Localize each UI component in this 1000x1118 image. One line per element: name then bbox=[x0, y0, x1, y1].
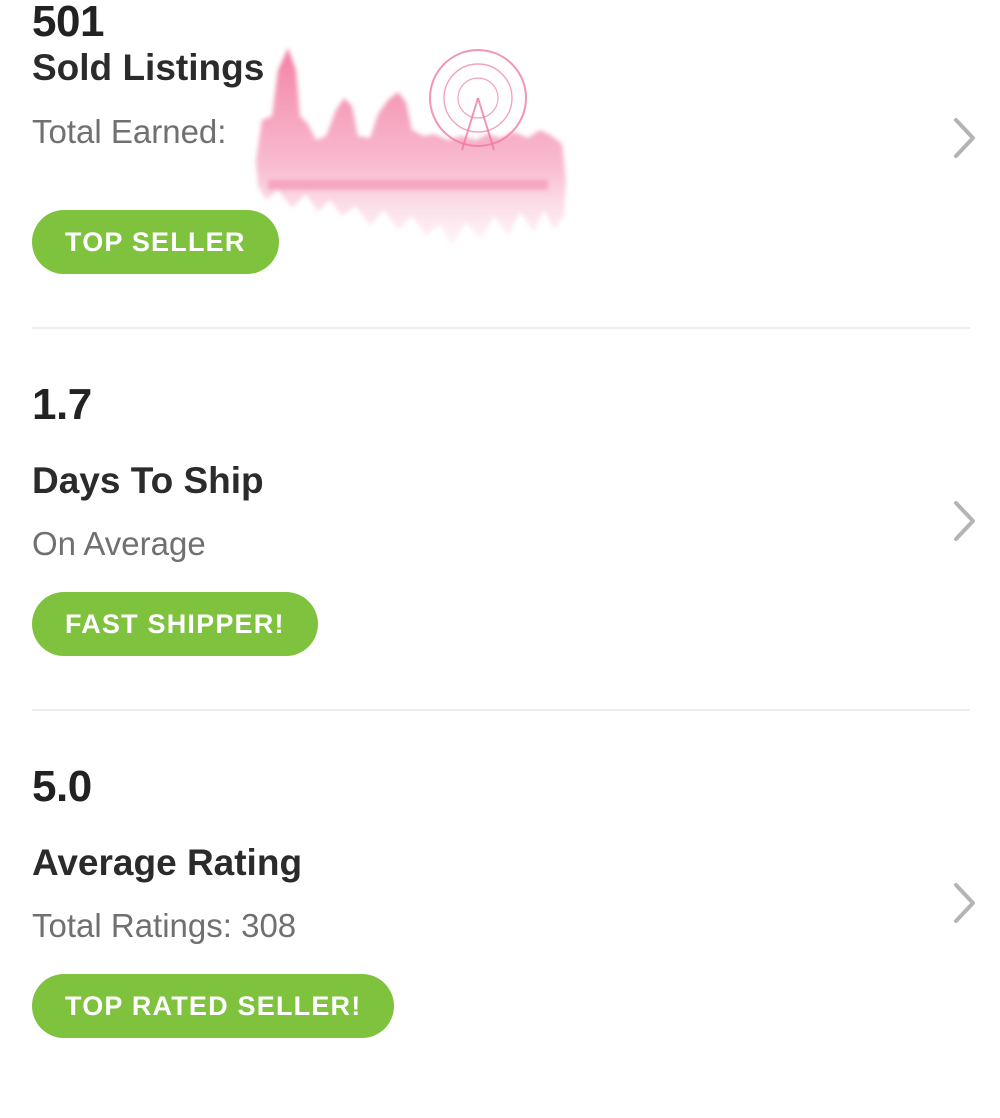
fast-shipper-badge: FAST SHIPPER! bbox=[32, 592, 318, 656]
average-rating-section[interactable]: 5.0 Average Rating Total Ratings: 308 TO… bbox=[0, 735, 1000, 1118]
days-to-ship-section[interactable]: 1.7 Days To Ship On Average FAST SHIPPER… bbox=[0, 353, 1000, 736]
average-rating-value: 5.0 bbox=[32, 762, 92, 811]
section-divider bbox=[32, 709, 970, 711]
chevron-right-icon[interactable] bbox=[944, 879, 984, 927]
average-rating-title: Average Rating bbox=[32, 842, 303, 883]
chevron-right-icon[interactable] bbox=[944, 114, 984, 162]
sold-listings-value: 501 bbox=[32, 0, 104, 46]
days-to-ship-title: Days To Ship bbox=[32, 460, 264, 501]
total-earned-label: Total Earned: bbox=[32, 113, 227, 150]
top-rated-seller-badge: TOP RATED SELLER! bbox=[32, 974, 395, 1038]
sold-listings-title: Sold Listings bbox=[32, 47, 265, 88]
total-ratings-label: Total Ratings: 308 bbox=[32, 907, 297, 944]
top-seller-badge: TOP SELLER bbox=[32, 210, 279, 274]
days-to-ship-value: 1.7 bbox=[32, 380, 92, 429]
on-average-label: On Average bbox=[32, 525, 206, 562]
chevron-right-icon[interactable] bbox=[944, 497, 984, 545]
sold-listings-section[interactable]: 501 Sold Listings Total Earned: TOP SELL… bbox=[0, 0, 1000, 353]
section-divider bbox=[32, 327, 970, 329]
